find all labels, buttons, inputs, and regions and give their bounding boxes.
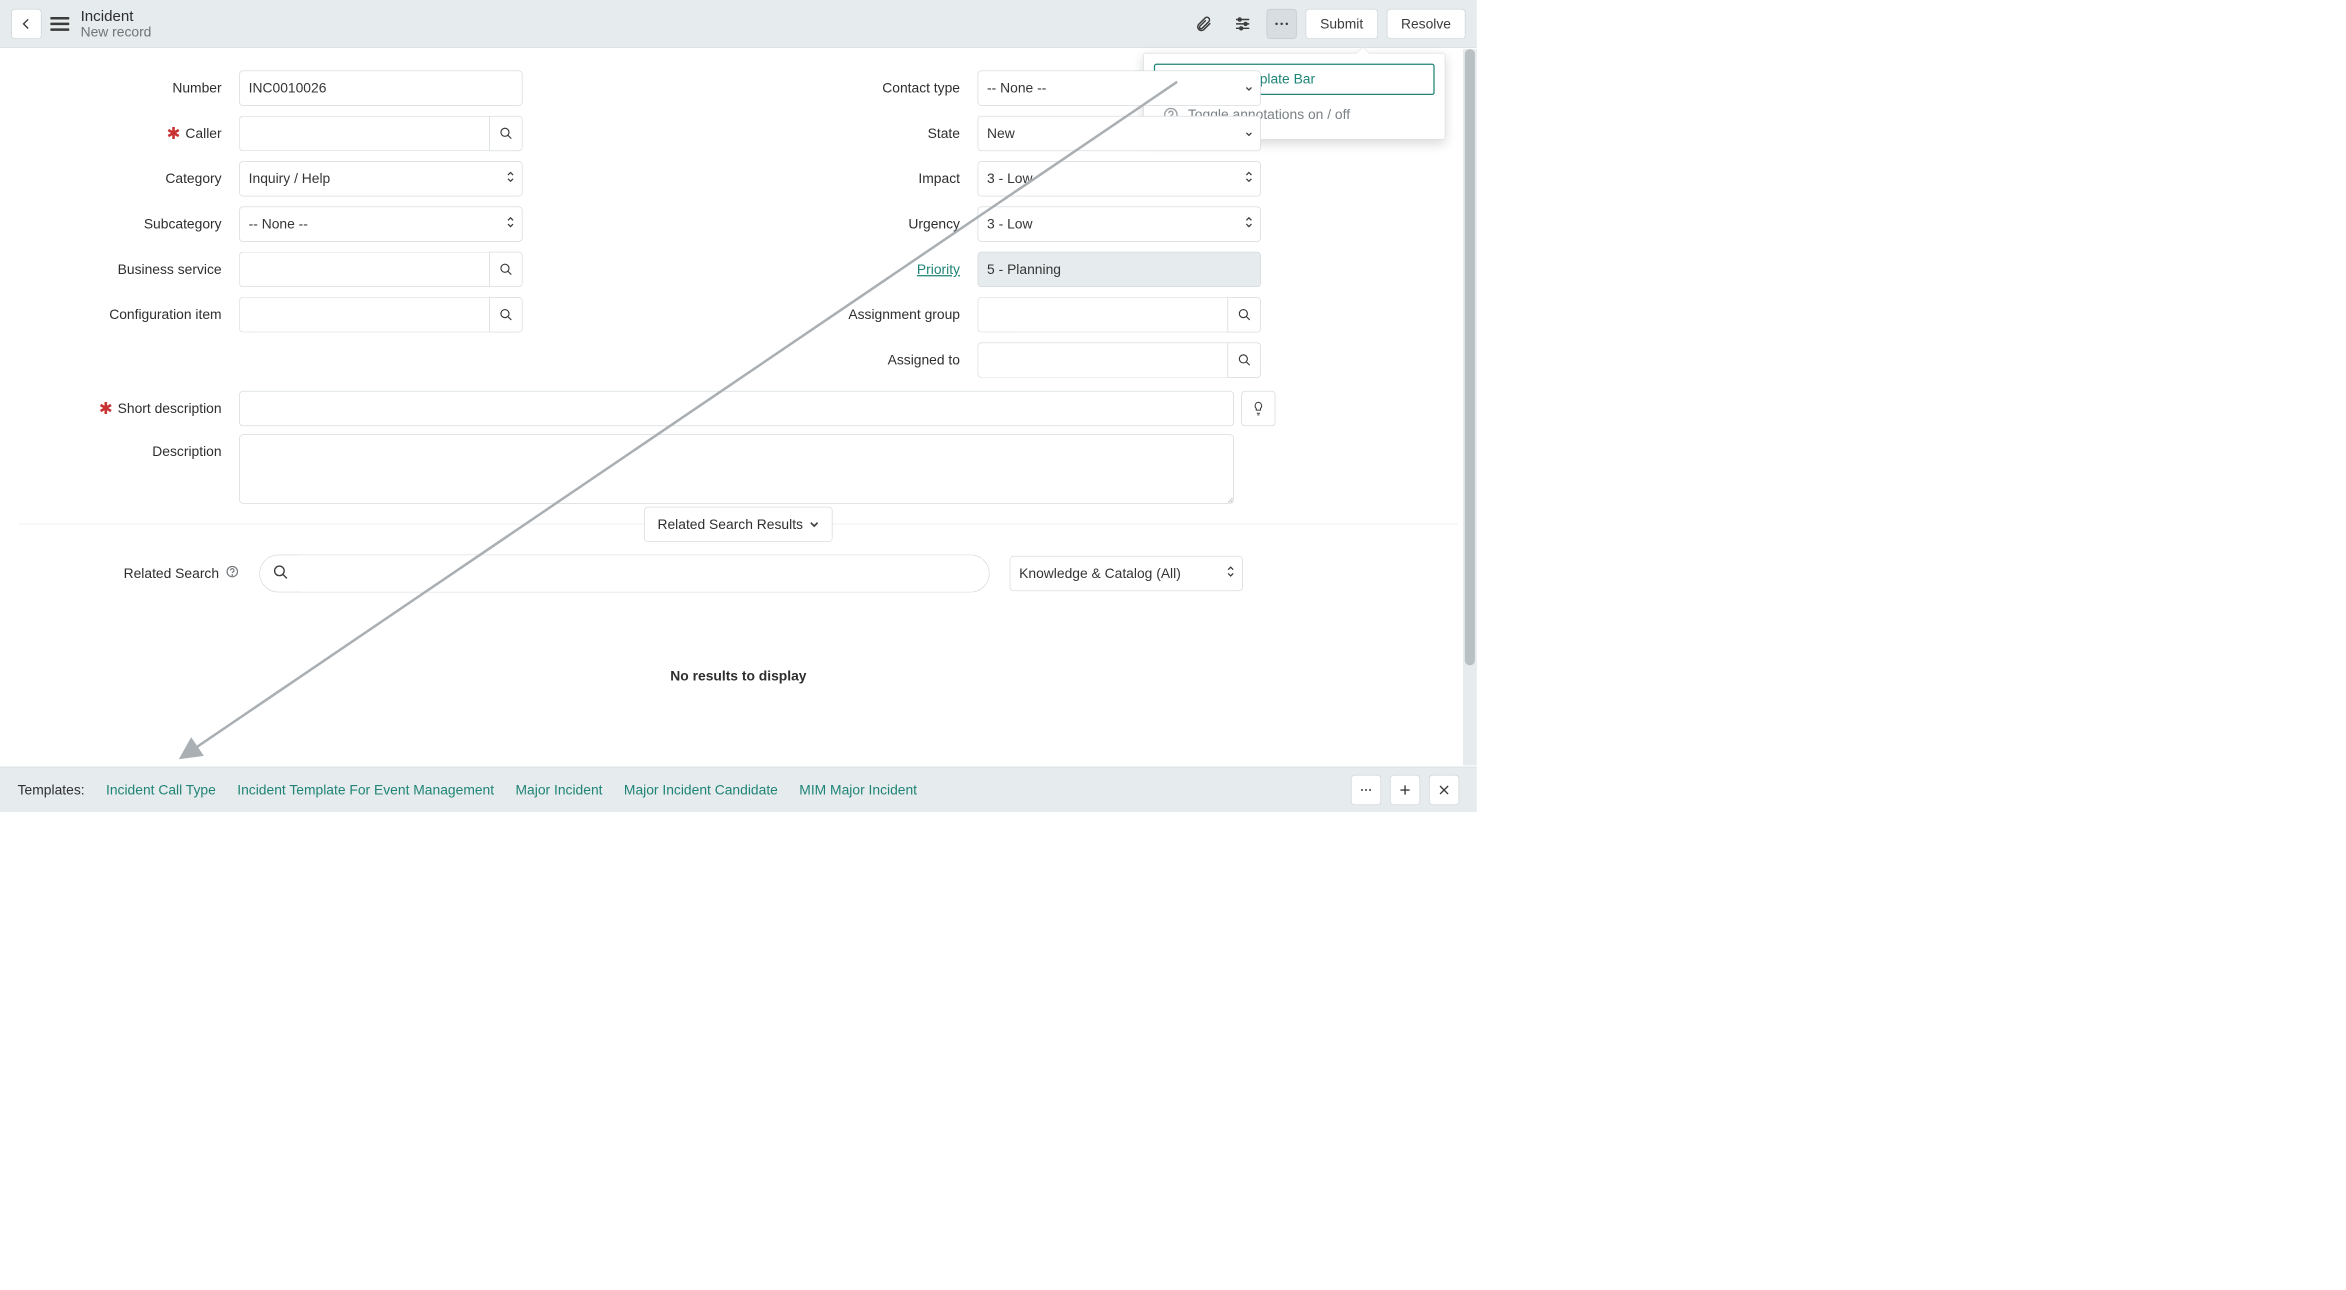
template-close-button[interactable]	[1429, 775, 1459, 805]
more-options-icon[interactable]	[1267, 8, 1297, 38]
impact-select[interactable]: 3 - Low	[978, 161, 1261, 196]
template-add-button[interactable]	[1390, 775, 1420, 805]
caller-label: Caller	[185, 125, 221, 141]
assignment-group-lookup-button[interactable]	[1228, 297, 1261, 332]
chevron-sort-icon	[1227, 565, 1235, 581]
page-title: Incident	[81, 8, 152, 24]
settings-sliders-icon[interactable]	[1228, 8, 1258, 38]
attachment-icon[interactable]	[1189, 8, 1219, 38]
page-subtitle: New record	[81, 24, 152, 39]
config-item-field[interactable]	[239, 297, 489, 332]
templates-label: Templates:	[18, 782, 85, 798]
config-item-label: Configuration item	[19, 307, 239, 323]
template-link[interactable]: MIM Major Incident	[799, 782, 917, 798]
chevron-sort-icon	[1245, 171, 1253, 187]
category-label: Category	[19, 171, 239, 187]
assignment-group-label: Assignment group	[757, 307, 977, 323]
impact-label: Impact	[757, 171, 977, 187]
chevron-sort-icon	[507, 216, 515, 232]
no-results-text: No results to display	[0, 668, 1477, 684]
contact-type-select[interactable]: -- None --	[978, 71, 1261, 106]
required-icon: ✱	[99, 400, 113, 416]
description-field[interactable]	[239, 434, 1234, 503]
section-divider: Related Search Results	[19, 524, 1458, 525]
hamburger-menu-icon[interactable]	[50, 17, 69, 31]
template-link[interactable]: Incident Template For Event Management	[237, 782, 494, 798]
subcategory-select[interactable]: -- None --	[239, 206, 522, 241]
business-service-label: Business service	[19, 261, 239, 277]
number-field[interactable]	[239, 71, 522, 106]
chevron-sort-icon	[507, 171, 515, 187]
related-search-input[interactable]	[298, 555, 977, 592]
assigned-to-label: Assigned to	[757, 352, 977, 368]
state-label: State	[757, 125, 977, 141]
scrollbar[interactable]	[1463, 49, 1477, 765]
template-link[interactable]: Major Incident Candidate	[624, 782, 778, 798]
header-bar: Incident New record Submit Resolve	[0, 0, 1477, 48]
urgency-select[interactable]: 3 - Low	[978, 206, 1261, 241]
priority-label-link[interactable]: Priority	[917, 261, 960, 277]
urgency-label: Urgency	[757, 216, 977, 232]
short-description-field[interactable]	[239, 391, 1234, 426]
caller-lookup-button[interactable]	[489, 116, 522, 151]
priority-field: 5 - Planning	[978, 252, 1261, 287]
template-link[interactable]: Incident Call Type	[106, 782, 216, 798]
business-service-lookup-button[interactable]	[489, 252, 522, 287]
template-bar: Templates: Incident Call Type Incident T…	[0, 767, 1477, 812]
chevron-down-icon	[1245, 125, 1253, 141]
assignment-group-field[interactable]	[978, 297, 1228, 332]
category-select[interactable]: Inquiry / Help	[239, 161, 522, 196]
business-service-field[interactable]	[239, 252, 489, 287]
subcategory-label: Subcategory	[19, 216, 239, 232]
contact-type-label: Contact type	[757, 80, 977, 96]
config-item-lookup-button[interactable]	[489, 297, 522, 332]
suggestion-button[interactable]	[1241, 391, 1275, 426]
template-more-button[interactable]	[1351, 775, 1381, 805]
description-label: Description	[19, 434, 239, 459]
back-button[interactable]	[11, 8, 41, 38]
required-icon: ✱	[167, 125, 181, 141]
related-search-scope-select[interactable]: Knowledge & Catalog (All)	[1010, 556, 1243, 591]
short-description-label: Short description	[118, 400, 222, 416]
state-select[interactable]: New	[978, 116, 1261, 151]
submit-button[interactable]: Submit	[1306, 8, 1378, 38]
number-label: Number	[19, 80, 239, 96]
chevron-down-icon	[1245, 80, 1253, 96]
search-icon	[273, 564, 289, 583]
caller-field[interactable]	[239, 116, 489, 151]
related-search-label: Related Search	[124, 565, 219, 581]
assigned-to-lookup-button[interactable]	[1228, 342, 1261, 377]
assigned-to-field[interactable]	[978, 342, 1228, 377]
resolve-button[interactable]: Resolve	[1386, 8, 1465, 38]
template-link[interactable]: Major Incident	[516, 782, 603, 798]
related-results-toggle[interactable]: Related Search Results	[644, 507, 832, 542]
related-search-input-wrapper	[259, 555, 989, 593]
chevron-sort-icon	[1245, 216, 1253, 232]
help-icon[interactable]	[225, 565, 239, 583]
